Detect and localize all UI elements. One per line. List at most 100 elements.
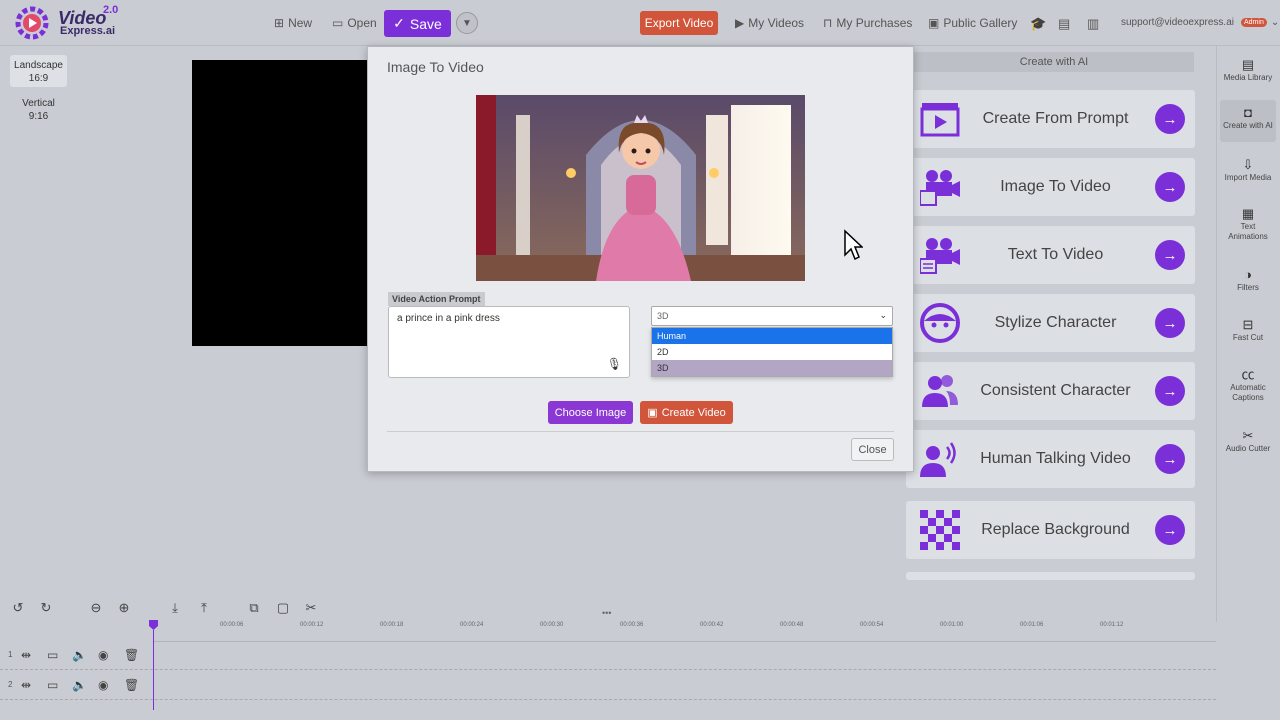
logo-gear-icon	[15, 6, 49, 40]
track-row	[0, 672, 1216, 700]
filter-icon: ◑	[1244, 267, 1252, 282]
public-gallery-label: Public Gallery	[943, 16, 1018, 30]
save-dropdown-button[interactable]: ▼	[456, 12, 478, 34]
card-consistent-character[interactable]: Consistent Character →	[906, 362, 1195, 420]
arrow-right-icon[interactable]: →	[1155, 515, 1185, 545]
sidebar-item-text-animations[interactable]: ▦ Text Animations	[1220, 207, 1276, 249]
ratio-vertical-button[interactable]: Vertical 9:16	[10, 93, 67, 125]
sidebar-item-import-media[interactable]: ⇩ Import Media	[1220, 157, 1276, 190]
sidebar-item-label: Automatic Captions	[1230, 383, 1266, 402]
tick-label: 00:00:48	[780, 622, 804, 628]
open-button[interactable]: ▭ Open	[332, 16, 377, 30]
trash-icon[interactable]: 🗑	[124, 648, 139, 662]
card-replace-background[interactable]: Replace Background →	[906, 501, 1195, 559]
create-video-button[interactable]: ▣ Create Video	[640, 401, 733, 424]
close-button[interactable]: Close	[851, 438, 894, 461]
ratio-name: Landscape	[14, 60, 63, 71]
track-number: 2	[8, 680, 13, 689]
arrow-right-icon[interactable]: →	[1155, 308, 1185, 338]
zoom-out-icon[interactable]: ⊖	[88, 600, 104, 616]
microphone-icon[interactable]: 🎙	[607, 357, 622, 371]
redo-icon[interactable]: ↻	[38, 600, 54, 616]
sidebar-item-filters[interactable]: ◑ Filters	[1220, 267, 1276, 300]
tick-label: 00:01:00	[940, 622, 964, 628]
paste-icon[interactable]: ▢	[275, 600, 291, 616]
tick-label: 00:00:18	[380, 622, 404, 628]
my-purchases-label: My Purchases	[836, 16, 913, 30]
upload-track-icon[interactable]: ⤒	[196, 600, 212, 616]
cut-icon[interactable]: ✂	[303, 600, 319, 616]
choose-image-button[interactable]: Choose Image	[548, 401, 633, 424]
graduation-cap-icon[interactable]: 🎓	[1030, 16, 1046, 32]
sidebar-item-create-with-ai[interactable]: ◘ Create with AI	[1220, 100, 1276, 142]
chevron-down-icon: ⌄	[879, 310, 887, 320]
sidebar-item-media-library[interactable]: ▤ Media Library	[1220, 58, 1276, 90]
panel-title: Create with AI	[914, 52, 1194, 72]
trash-icon[interactable]: 🗑	[124, 678, 139, 692]
user-menu[interactable]: support@videoexpress.ai Admin ⌄	[1121, 17, 1279, 28]
chevron-down-icon: ▼	[462, 17, 472, 29]
card-image-to-video[interactable]: Image To Video →	[906, 158, 1195, 216]
arrow-right-icon[interactable]: →	[1155, 240, 1185, 270]
layer-icon[interactable]: ▭	[47, 678, 58, 692]
source-image	[476, 95, 805, 281]
save-label: Save	[409, 15, 442, 32]
style-select[interactable]: 3D ⌄	[651, 306, 893, 326]
undo-icon[interactable]: ↺	[10, 600, 26, 616]
save-button[interactable]: ✓ Save	[384, 10, 451, 37]
mouse-cursor-icon	[844, 229, 863, 261]
new-button[interactable]: ⊞ New	[274, 16, 312, 30]
arrow-right-icon[interactable]: →	[1155, 172, 1185, 202]
card-partial[interactable]	[906, 572, 1195, 580]
user-email: support@videoexpress.ai	[1121, 17, 1234, 28]
volume-icon[interactable]: 🔈	[72, 678, 87, 692]
clapperboard-icon	[920, 103, 960, 137]
arrow-right-icon[interactable]: →	[1155, 104, 1185, 134]
card-label: Human Talking Video	[980, 450, 1131, 467]
split-icon[interactable]: ⇹	[21, 648, 31, 662]
card-create-from-prompt[interactable]: Create From Prompt →	[906, 90, 1195, 148]
chevron-down-icon: ⌄	[1270, 17, 1280, 28]
card-text-to-video[interactable]: Text To Video →	[906, 226, 1195, 284]
dropdown-option[interactable]: 3D	[652, 360, 892, 376]
ratio-landscape-button[interactable]: Landscape 16:9	[10, 55, 67, 87]
public-gallery-link[interactable]: ▣ Public Gallery	[928, 16, 1017, 30]
my-videos-link[interactable]: ▶ My Videos	[735, 16, 804, 30]
chat-icon[interactable]: ▤	[1058, 16, 1070, 32]
card-human-talking-video[interactable]: Human Talking Video →	[906, 430, 1195, 488]
copy-icon[interactable]: ⧉	[246, 600, 262, 616]
video-icon: ▶	[735, 16, 745, 30]
my-purchases-link[interactable]: ⊓ My Purchases	[823, 16, 912, 30]
document-icon[interactable]: ▥	[1087, 16, 1099, 32]
bag-icon: ⊓	[823, 16, 833, 30]
dropdown-option[interactable]: Human	[652, 328, 892, 344]
ratio-value: 16:9	[28, 73, 49, 84]
sidebar-item-label: Media Library	[1223, 73, 1273, 82]
zoom-in-icon[interactable]: ⊕	[116, 600, 132, 616]
arrow-right-icon[interactable]: →	[1155, 444, 1185, 474]
layer-icon[interactable]: ▭	[47, 648, 58, 662]
video-action-prompt-input[interactable]: a prince in a pink dress 🎙	[388, 306, 630, 378]
split-icon[interactable]: ⇹	[21, 678, 31, 692]
eye-icon[interactable]: ◉	[98, 678, 108, 692]
resize-handle-icon[interactable]: •••	[602, 608, 611, 618]
sidebar-item-fast-cut[interactable]: ⊟ Fast Cut	[1220, 318, 1276, 350]
export-video-button[interactable]: Export Video	[640, 11, 718, 35]
tick-label: 00:00:12	[300, 622, 324, 628]
video-icon: ▣	[647, 407, 658, 419]
card-label: Text To Video	[1007, 246, 1104, 263]
sidebar-item-automatic-captions[interactable]: ㏄ Automatic Captions	[1220, 367, 1276, 410]
track-row	[0, 642, 1216, 670]
volume-icon[interactable]: 🔈	[72, 648, 87, 662]
eye-icon[interactable]: ◉	[98, 648, 108, 662]
import-icon: ⇩	[1242, 157, 1254, 172]
admin-badge: Admin	[1241, 18, 1267, 27]
captions-icon: ㏄	[1241, 367, 1255, 382]
dropdown-option[interactable]: 2D	[652, 344, 892, 360]
card-stylize-character[interactable]: Stylize Character →	[906, 294, 1195, 352]
sidebar-item-audio-cutter[interactable]: ✂ Audio Cutter	[1220, 429, 1276, 461]
video-preview-canvas[interactable]	[192, 60, 368, 346]
download-track-icon[interactable]: ⤓	[167, 600, 183, 616]
arrow-right-icon[interactable]: →	[1155, 376, 1185, 406]
card-label: Image To Video	[1000, 178, 1111, 195]
